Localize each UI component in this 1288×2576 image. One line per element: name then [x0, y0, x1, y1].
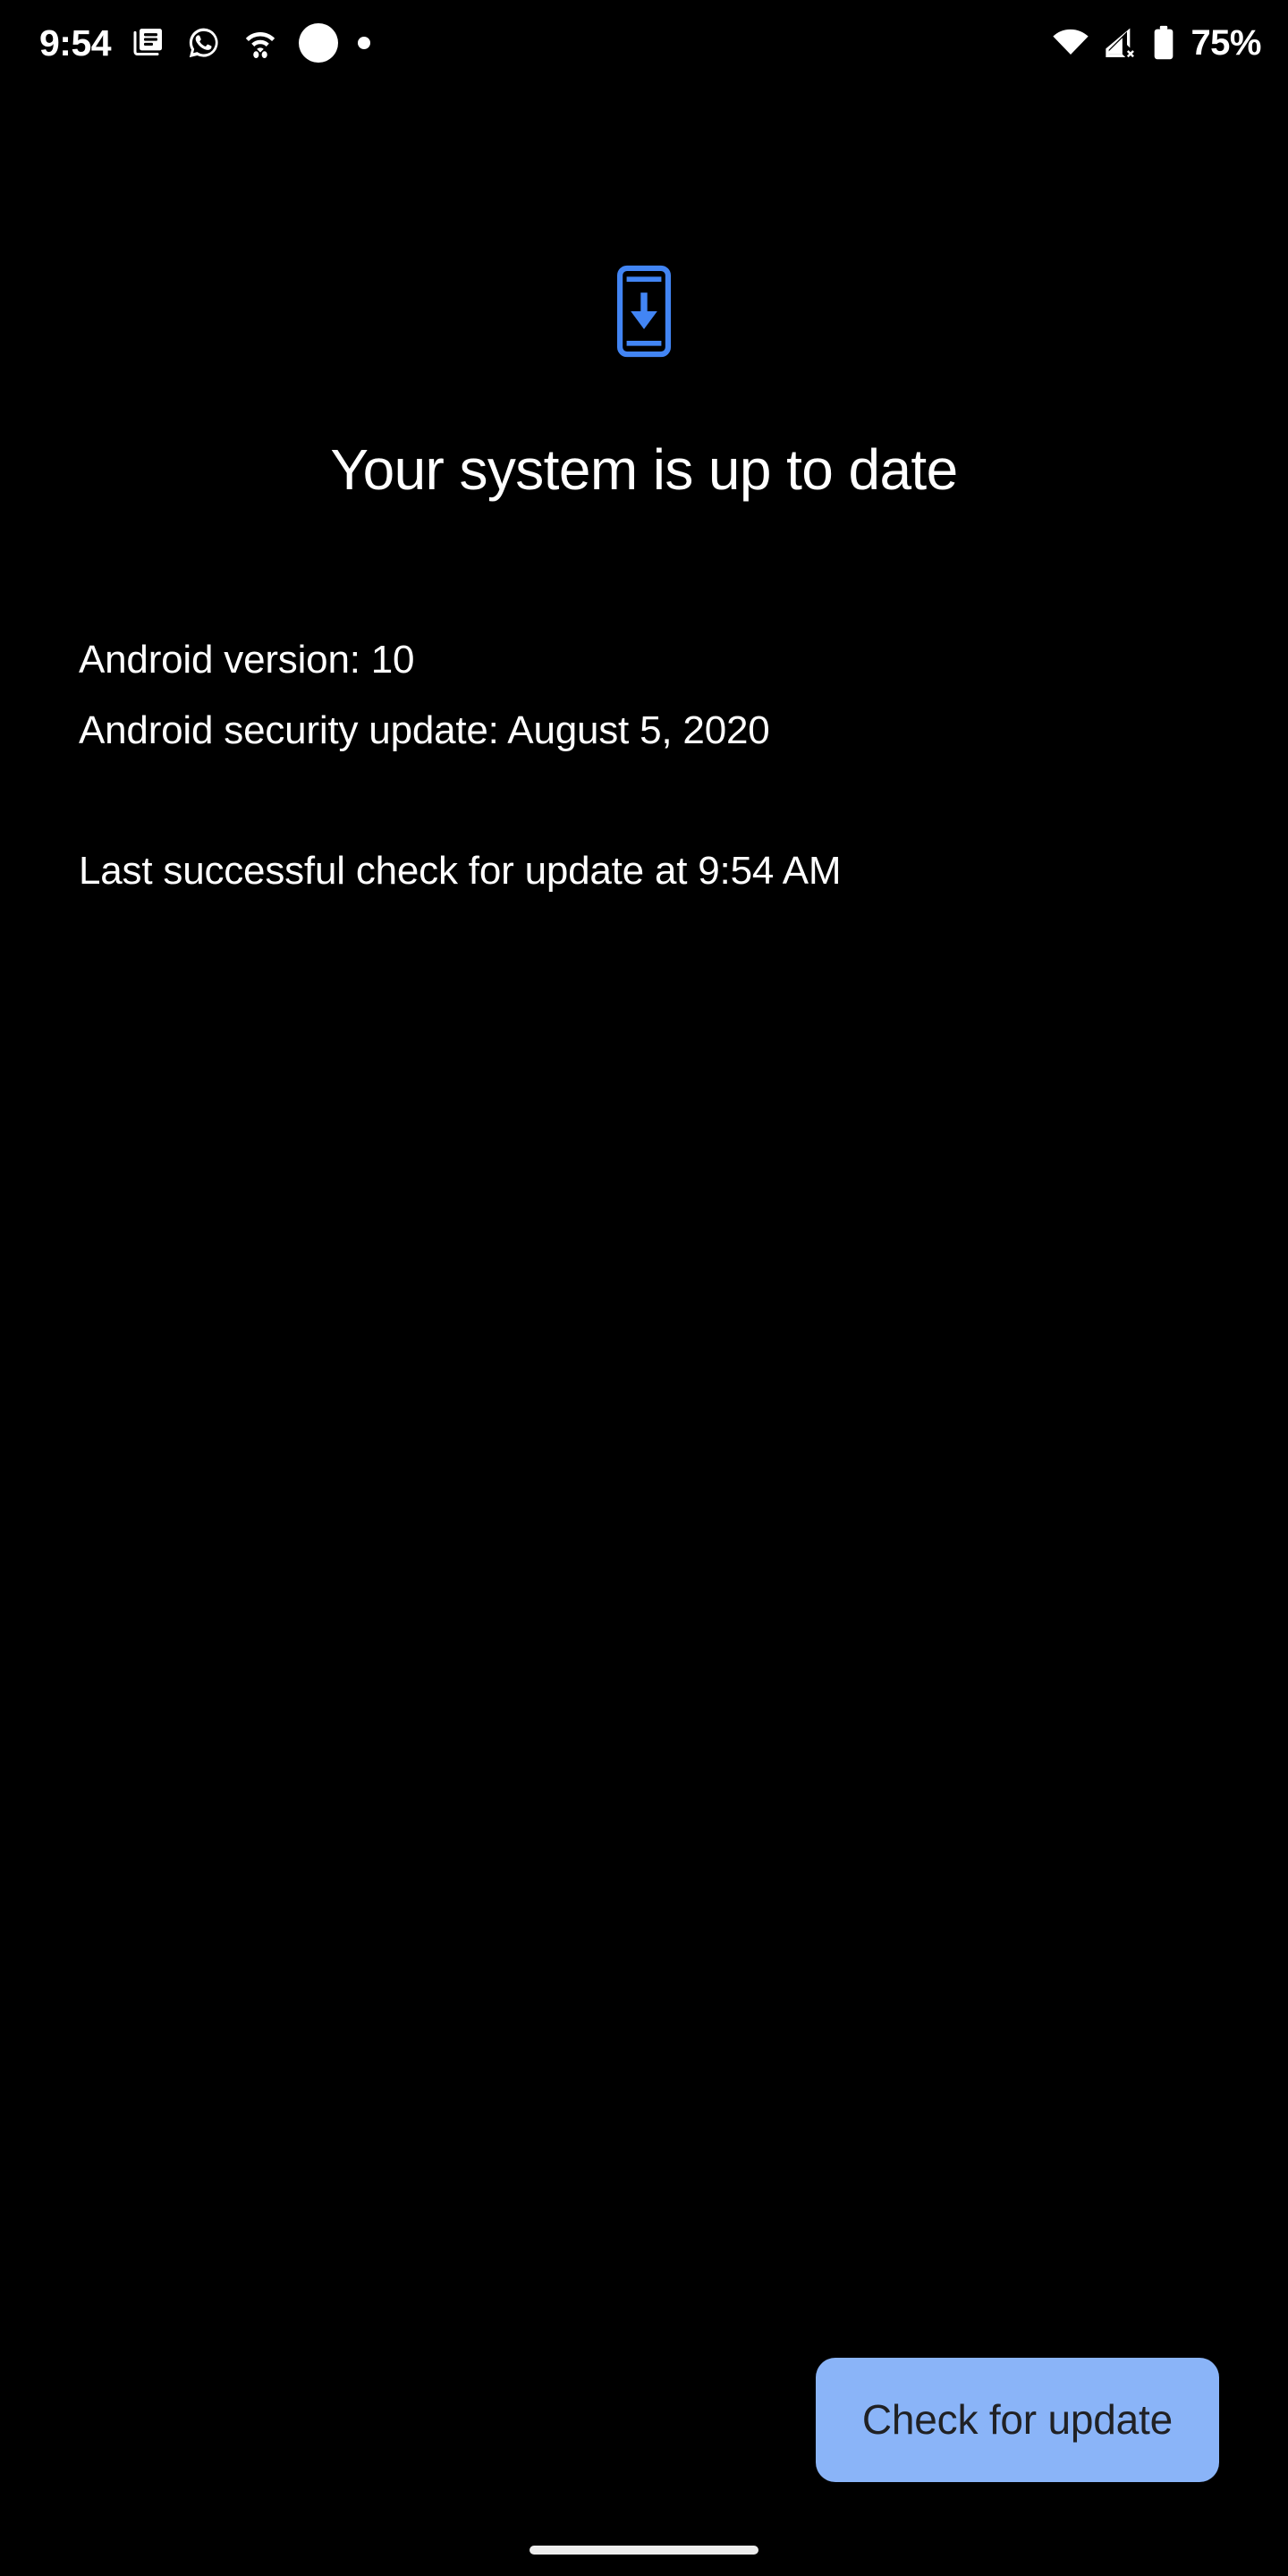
cellular-no-service-icon — [1103, 25, 1139, 61]
status-bar-clock: 9:54 — [39, 25, 111, 62]
check-for-update-button[interactable]: Check for update — [816, 2358, 1219, 2482]
status-bar-left-group: 9:54 — [39, 23, 370, 63]
notification-circle-icon — [299, 23, 338, 63]
status-bar-right-group: 75% — [1051, 24, 1261, 62]
button-container: Check for update — [0, 2358, 1288, 2482]
notification-dot-icon — [358, 37, 370, 49]
status-bar: 9:54 — [0, 0, 1288, 86]
details-spacer — [79, 766, 1233, 835]
android-system-update-screen: 9:54 — [0, 0, 1288, 2576]
page-title: Your system is up to date — [0, 438, 1288, 501]
home-gesture-pill[interactable] — [530, 2546, 758, 2555]
news-article-icon — [131, 25, 166, 61]
battery-icon — [1151, 24, 1176, 62]
wifi-calling-icon — [242, 25, 279, 61]
android-version-label: Android version: 10 — [79, 624, 1233, 695]
android-security-update-label: Android security update: August 5, 2020 — [79, 695, 1233, 766]
update-details-block: Android version: 10 Android security upd… — [79, 624, 1233, 906]
whatsapp-icon — [186, 25, 222, 61]
last-check-label: Last successful check for update at 9:54… — [79, 835, 1233, 906]
system-update-phone-icon — [0, 265, 1288, 358]
battery-percentage-label: 75% — [1191, 25, 1261, 61]
wifi-icon — [1051, 25, 1090, 61]
